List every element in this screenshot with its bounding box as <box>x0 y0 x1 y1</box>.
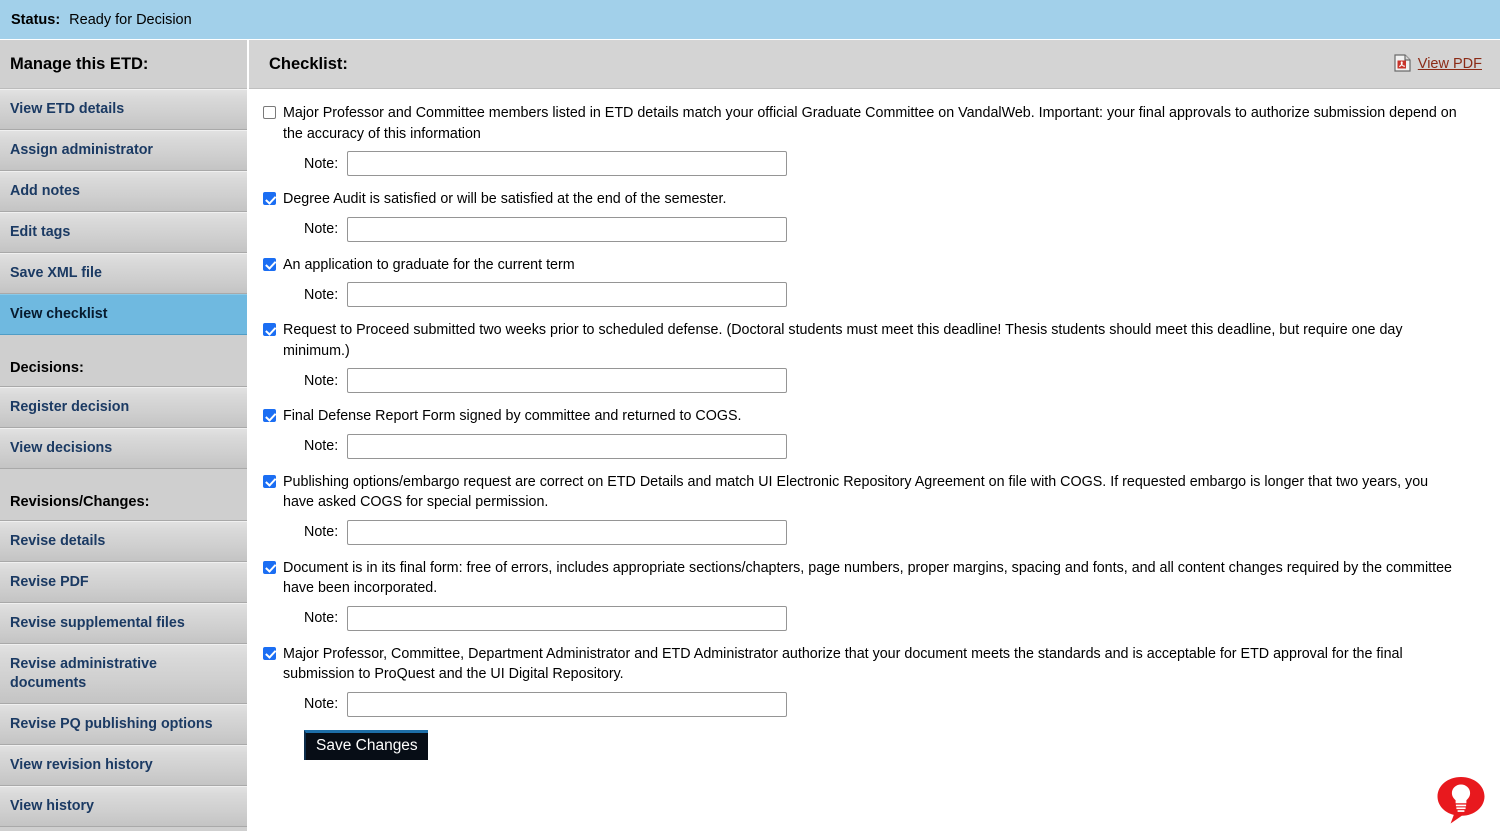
note-input[interactable] <box>347 151 788 176</box>
note-label: Note: <box>304 524 339 540</box>
sidebar-section-decisions: Decisions: <box>0 335 247 387</box>
note-row: Note: <box>304 433 1480 459</box>
checklist-item-row: Publishing options/embargo request are c… <box>263 472 1480 513</box>
note-label: Note: <box>304 221 339 237</box>
checklist-item-row: Document is in its final form: free of e… <box>263 558 1480 599</box>
note-label: Note: <box>304 696 339 712</box>
note-input[interactable] <box>347 368 788 393</box>
checklist-item: Degree Audit is satisfied or will be sat… <box>263 189 1480 242</box>
checklist-item-row: Degree Audit is satisfied or will be sat… <box>263 189 1480 210</box>
page-layout: Manage this ETD: View ETD details Assign … <box>0 40 1500 831</box>
sidebar-item-view-revision-history[interactable]: View revision history <box>0 745 247 786</box>
note-input[interactable] <box>347 691 788 717</box>
checklist-checkbox[interactable] <box>263 646 276 660</box>
checklist-item-row: Major Professor and Committee members li… <box>263 103 1480 144</box>
status-bar: Status: Ready for Decision <box>0 0 1500 40</box>
note-row: Note: <box>304 151 1480 176</box>
note-label: Note: <box>304 155 339 172</box>
checklist-item: An application to graduate for the curre… <box>263 255 1480 307</box>
save-changes-button[interactable]: Save Changes <box>304 729 428 760</box>
content-panel: Checklist: View PDF Major Professor and … <box>249 40 1500 831</box>
note-row: Note: <box>304 691 1480 717</box>
checklist-item-label: Major Professor, Committee, Department A… <box>283 645 1403 683</box>
sidebar-item-view-checklist[interactable]: View checklist <box>0 294 247 335</box>
checklist-checkbox[interactable] <box>263 409 276 422</box>
note-label: Note: <box>304 610 339 626</box>
checklist-item: Document is in its final form: free of e… <box>263 558 1480 631</box>
sidebar-item-add-notes[interactable]: Add notes <box>0 171 247 212</box>
sidebar-item-register-decision[interactable]: Register decision <box>0 387 247 428</box>
checklist-item-label: Major Professor and Committee members li… <box>283 105 1457 142</box>
checklist-checkbox[interactable] <box>263 192 276 205</box>
checklist-checkbox[interactable] <box>263 257 276 271</box>
checklist-item: Request to Proceed submitted two weeks p… <box>263 320 1480 393</box>
checklist-item-label: Request to Proceed submitted two weeks p… <box>283 322 1403 359</box>
checklist-checkbox[interactable] <box>263 106 276 119</box>
sidebar-section-revisions: Revisions/Changes: <box>0 469 247 521</box>
note-input[interactable] <box>347 216 788 242</box>
sidebar-item-revise-supplemental-files[interactable]: Revise supplemental files <box>0 603 247 644</box>
checklist-item-row: Request to Proceed submitted two weeks p… <box>263 320 1480 361</box>
save-row: Save Changes <box>304 729 1500 760</box>
status-value: Ready for Decision <box>69 11 192 28</box>
checklist-item: Major Professor, Committee, Department A… <box>263 644 1480 717</box>
view-pdf-button[interactable]: View PDF <box>1394 53 1482 75</box>
sidebar-decisions-list: Register decision View decisions <box>0 387 247 469</box>
checklist-checkbox[interactable] <box>263 323 276 336</box>
sidebar: Manage this ETD: View ETD details Assign … <box>0 40 249 831</box>
sidebar-item-revise-administrative-documents[interactable]: Revise administrative documents <box>0 644 247 704</box>
feedback-lightbulb-icon[interactable] <box>1435 775 1487 825</box>
checklist-items: Major Professor and Committee members li… <box>249 89 1500 717</box>
note-row: Note: <box>304 605 1480 631</box>
checklist-item-row: An application to graduate for the curre… <box>263 255 1480 276</box>
status-colon: : <box>55 11 61 28</box>
note-input[interactable] <box>347 282 788 307</box>
sidebar-manage-list: View ETD details Assign administrator Add … <box>0 89 247 335</box>
note-row: Note: <box>304 282 1480 307</box>
note-input[interactable] <box>347 519 788 545</box>
note-row: Note: <box>304 216 1480 242</box>
sidebar-item-edit-tags[interactable]: Edit tags <box>0 212 247 253</box>
sidebar-item-revise-details[interactable]: Revise details <box>0 521 247 562</box>
sidebar-item-view-decisions[interactable]: View decisions <box>0 428 247 469</box>
checklist-item-row: Final Defense Report Form signed by comm… <box>263 406 1480 427</box>
sidebar-item-revise-pdf[interactable]: Revise PDF <box>0 562 247 603</box>
sidebar-item-view-etd-details[interactable]: View ETD details <box>0 89 247 130</box>
checklist-item: Final Defense Report Form signed by comm… <box>263 406 1480 459</box>
note-input[interactable] <box>347 605 788 631</box>
pdf-document-icon <box>1394 53 1411 75</box>
view-pdf-link[interactable]: View PDF <box>1418 56 1482 72</box>
note-label: Note: <box>304 372 339 389</box>
checklist-item: Publishing options/embargo request are c… <box>263 472 1480 545</box>
sidebar-item-assign-administrator[interactable]: Assign administrator <box>0 130 247 171</box>
note-row: Note: <box>304 519 1480 545</box>
sidebar-item-revise-pq-publishing-options[interactable]: Revise PQ publishing options <box>0 704 247 745</box>
sidebar-header: Manage this ETD: <box>0 40 247 89</box>
checklist-item-label: Final Defense Report Form signed by comm… <box>283 408 742 424</box>
status-label: Status <box>11 11 56 28</box>
checklist-item-label: An application to graduate for the curre… <box>283 256 575 273</box>
note-input[interactable] <box>347 433 788 459</box>
note-label: Note: <box>304 286 339 303</box>
sidebar-item-view-history[interactable]: View history <box>0 786 247 827</box>
checklist-header: Checklist: View PDF <box>249 40 1500 89</box>
checklist-item-row: Major Professor, Committee, Department A… <box>263 644 1480 685</box>
note-label: Note: <box>304 438 339 454</box>
note-row: Note: <box>304 368 1480 393</box>
sidebar-revisions-list: Revise details Revise PDF Revise supplemen… <box>0 521 247 827</box>
checklist-checkbox[interactable] <box>263 474 276 488</box>
checklist-item-label: Publishing options/embargo request are c… <box>283 473 1429 511</box>
checklist-item-label: Document is in its final form: free of e… <box>283 559 1452 597</box>
checklist-checkbox[interactable] <box>263 560 276 574</box>
page-title: Checklist: <box>269 54 348 73</box>
checklist-item-label: Degree Audit is satisfied or will be sat… <box>283 191 727 207</box>
checklist-item: Major Professor and Committee members li… <box>263 103 1480 176</box>
sidebar-item-save-xml-file[interactable]: Save XML file <box>0 253 247 294</box>
